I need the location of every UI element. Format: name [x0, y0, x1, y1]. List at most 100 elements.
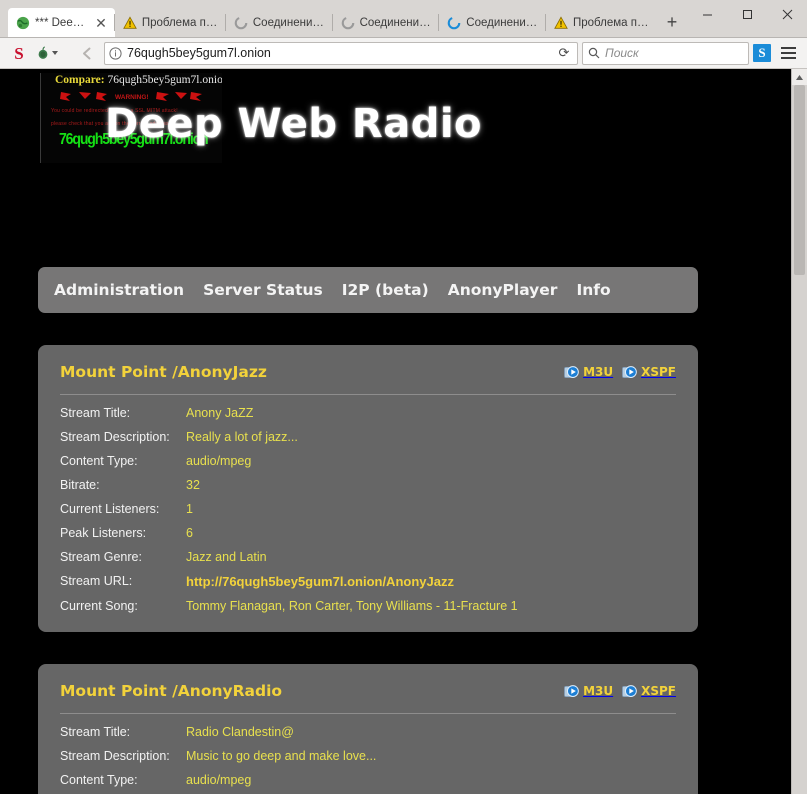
row-value: Radio Clandestin@	[186, 720, 676, 744]
compare-onion: 76qugh5bey5gum7l.onion	[108, 74, 223, 86]
site-nav-link[interactable]: Info	[576, 281, 610, 299]
minimize-button[interactable]	[687, 1, 727, 27]
mount-point-panel: Mount Point /AnonyJazz M3U XSPF Stream Titl…	[38, 345, 698, 632]
browser-tab[interactable]: Соединение...	[226, 8, 333, 37]
row-value[interactable]: http://76qugh5bey5gum7l.onion/AnonyJazz	[186, 569, 676, 594]
mount-point-panel: Mount Point /AnonyRadioM3UXSPFStream Tit…	[38, 664, 698, 794]
playlist-link[interactable]: XSPF	[622, 365, 676, 380]
playlist-link[interactable]: M3U	[564, 684, 613, 699]
url-text: 76qugh5bey5gum7l.onion	[127, 46, 550, 60]
row-value: audio/mpeg	[186, 449, 676, 473]
info-icon[interactable]	[109, 47, 122, 60]
compare-label: Compare:	[55, 74, 105, 86]
play-icon	[622, 684, 637, 699]
browser-tab[interactable]: *** Deep ... ✕	[8, 8, 115, 37]
browser-tab[interactable]: Соединение...	[333, 8, 440, 37]
playlist-links: M3U XSPF	[564, 684, 676, 699]
table-row: Content Type:audio/mpeg	[60, 768, 676, 792]
stream-info-table: Stream Title:Radio Clandestin@Stream Des…	[60, 720, 676, 794]
site-nav-link[interactable]: AnonyPlayer	[448, 281, 558, 299]
tab-label: Проблема пр...	[573, 17, 650, 29]
chevron-down-icon	[52, 51, 58, 55]
search-bar[interactable]: Поиск	[582, 42, 749, 65]
table-row: Peak Listeners:6	[60, 521, 676, 545]
scrollbar-track[interactable]	[792, 85, 807, 794]
warning-icon	[554, 16, 568, 30]
close-tab-button[interactable]: ✕	[94, 16, 108, 30]
onion-icon	[36, 46, 50, 60]
scroll-up-button[interactable]	[792, 69, 807, 85]
warning-icon	[123, 16, 137, 30]
url-bar[interactable]: 76qugh5bey5gum7l.onion ⟳	[104, 42, 578, 65]
playlist-link[interactable]: XSPF	[622, 684, 676, 699]
table-row: Stream Title:Radio Clandestin@	[60, 720, 676, 744]
tab-label: Соединение...	[360, 17, 433, 29]
site-nav-link[interactable]: I2P (beta)	[342, 281, 429, 299]
tab-strip: *** Deep ... ✕ Проблема пр... Соединение...…	[0, 0, 657, 37]
play-icon	[564, 365, 579, 380]
site-nav: Administration Server Status I2P (beta) Ano…	[38, 267, 698, 313]
close-button[interactable]	[767, 1, 807, 27]
tab-label: Проблема пр...	[142, 17, 219, 29]
browser-tab[interactable]: Соединение...	[439, 8, 546, 37]
site-nav-link[interactable]: Server Status	[203, 281, 323, 299]
row-key: Peak Listeners:	[60, 521, 186, 545]
mount-point-title: Mount Point /AnonyJazz	[60, 363, 267, 381]
loading-icon	[234, 16, 248, 30]
back-arrow-icon	[79, 45, 96, 62]
table-row: Stream Description:Music to go deep and …	[60, 744, 676, 768]
back-button[interactable]	[74, 41, 100, 65]
extension-icon[interactable]: S	[753, 44, 771, 62]
table-row: Stream Title:Anony JaZZ	[60, 401, 676, 425]
tab-label: *** Deep ...	[35, 17, 89, 29]
row-value: Tommy Flanagan, Ron Carter, Tony William…	[186, 594, 676, 618]
reload-button[interactable]: ⟳	[555, 44, 573, 62]
panel-header: Mount Point /AnonyRadioM3UXSPF	[60, 682, 676, 700]
divider	[60, 394, 676, 395]
search-icon	[588, 47, 600, 59]
divider	[60, 713, 676, 714]
menu-button[interactable]	[775, 41, 801, 65]
noscript-icon[interactable]: S	[6, 41, 32, 65]
scrollbar-thumb[interactable]	[794, 85, 805, 275]
loading-icon	[447, 16, 461, 30]
table-row: Bitrate:32	[60, 473, 676, 497]
hamburger-icon	[781, 47, 796, 49]
tab-label: Соединение...	[253, 17, 326, 29]
row-key: Content Type:	[60, 449, 186, 473]
window-controls	[687, 0, 807, 37]
maximize-button[interactable]	[727, 1, 767, 27]
site-nav-link[interactable]: Administration	[54, 281, 184, 299]
row-key: Stream Description:	[60, 425, 186, 449]
row-key: Bitrate:	[60, 473, 186, 497]
title-bar: *** Deep ... ✕ Проблема пр... Соединение...…	[0, 0, 807, 38]
playlist-link[interactable]: M3U	[564, 365, 613, 380]
row-key: Stream Description:	[60, 744, 186, 768]
tab-label: Соединение...	[466, 17, 539, 29]
row-value: Anony JaZZ	[186, 401, 676, 425]
playlist-link-label: XSPF	[641, 365, 676, 379]
browser-toolbar: S 76qugh5bey5gum7l.onion ⟳	[0, 38, 807, 69]
playlist-link-label: XSPF	[641, 684, 676, 698]
new-tab-button[interactable]: +	[657, 8, 687, 37]
playlist-links: M3U XSPF	[564, 365, 676, 380]
globe-icon	[16, 16, 30, 30]
table-row: Stream Genre:Jazz and Latin	[60, 545, 676, 569]
compare-line: Compare: 76qugh5bey5gum7l.onion	[55, 74, 222, 86]
play-icon	[622, 365, 637, 380]
page-scrollbar[interactable]	[791, 69, 807, 794]
table-row: Current Song:Tommy Flanagan, Ron Carter,…	[60, 594, 676, 618]
torbutton-onion-button[interactable]	[36, 46, 70, 60]
panel-header: Mount Point /AnonyJazz M3U XSPF	[60, 363, 676, 381]
browser-tab[interactable]: Проблема пр...	[115, 8, 226, 37]
row-key: Content Type:	[60, 768, 186, 792]
mount-points: Mount Point /AnonyJazz M3U XSPF Stream Titl…	[0, 345, 791, 794]
play-icon	[564, 684, 579, 699]
row-key: Current Song:	[60, 594, 186, 618]
row-key: Stream Title:	[60, 720, 186, 744]
svg-text:WARNING!: WARNING!	[115, 94, 149, 101]
playlist-link-label: M3U	[583, 684, 613, 698]
row-value: Really a lot of jazz...	[186, 425, 676, 449]
browser-tab[interactable]: Проблема пр...	[546, 8, 657, 37]
hamburger-icon	[781, 52, 796, 54]
